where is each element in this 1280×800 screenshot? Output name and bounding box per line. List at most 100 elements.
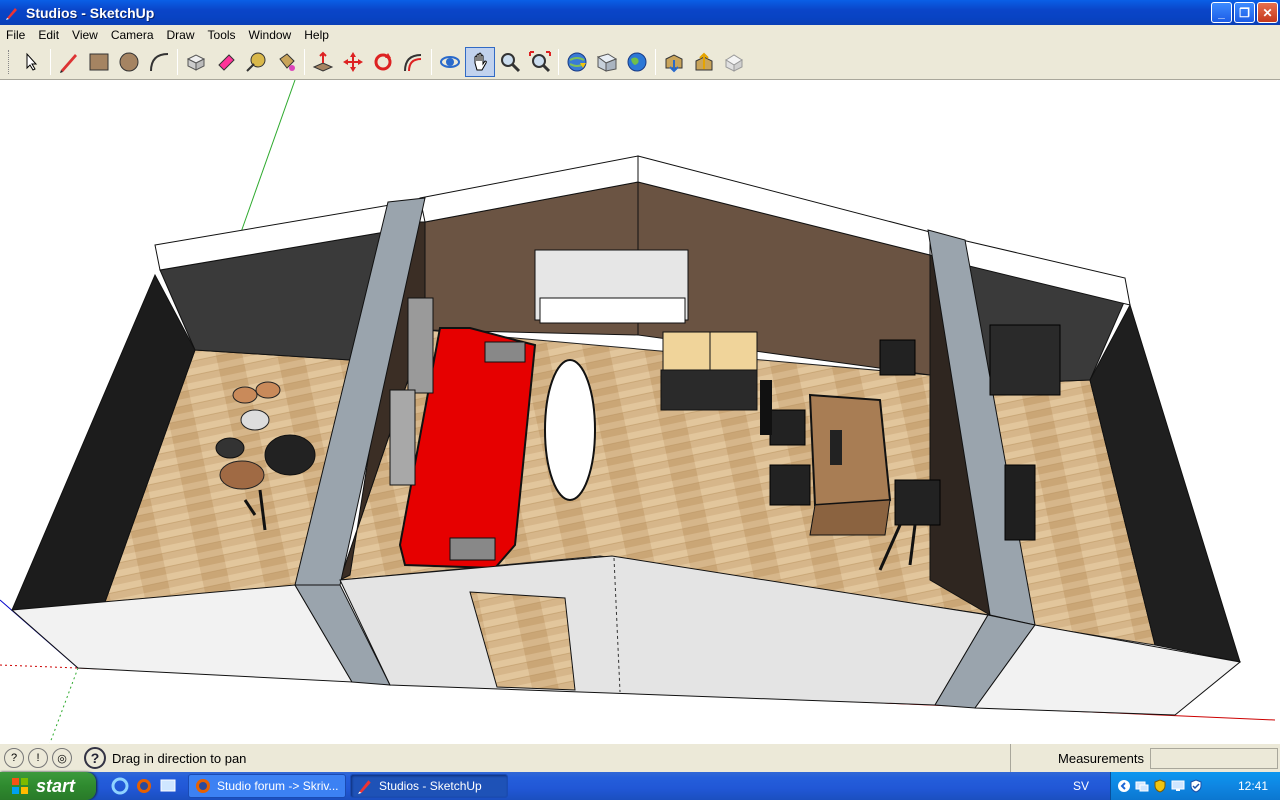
start-label: start: [36, 775, 76, 796]
make-component-tool[interactable]: [181, 47, 211, 77]
language-indicator[interactable]: SV: [1073, 772, 1089, 800]
hand-icon: [474, 52, 487, 71]
firefox-icon[interactable]: [134, 776, 154, 796]
tray-expand-icon[interactable]: [1117, 779, 1131, 793]
toolbar-separator: [50, 49, 51, 75]
google-earth-tool[interactable]: [622, 47, 652, 77]
toolbar-separator: [304, 49, 305, 75]
rotate-tool[interactable]: [368, 47, 398, 77]
menu-edit[interactable]: Edit: [32, 25, 66, 45]
pan-tool[interactable]: [465, 47, 495, 77]
geo-location-icon[interactable]: ?: [4, 748, 24, 768]
menu-help[interactable]: Help: [298, 25, 336, 45]
equipment-rack: [660, 331, 758, 411]
toolbar-separator: [177, 49, 178, 75]
zoom-extents-tool[interactable]: [525, 47, 555, 77]
pencil-icon: [60, 54, 77, 73]
menu-file[interactable]: File: [0, 25, 32, 45]
paint-bucket-tool[interactable]: [271, 47, 301, 77]
menu-tools[interactable]: Tools: [202, 25, 243, 45]
zoom-extents-icon: [529, 51, 551, 73]
task-sketchup[interactable]: Studios - SketchUp: [350, 774, 508, 798]
zoom-tool[interactable]: [495, 47, 525, 77]
firefox-icon: [196, 779, 210, 793]
earth-icon: [627, 52, 647, 72]
menu-view[interactable]: View: [66, 25, 105, 45]
get-models-tool[interactable]: [562, 47, 592, 77]
tape-measure-tool[interactable]: [241, 47, 271, 77]
share-model-tool[interactable]: [592, 47, 622, 77]
offset-icon: [404, 54, 422, 72]
menu-camera[interactable]: Camera: [105, 25, 161, 45]
warehouse-icon: [665, 54, 683, 73]
pencil-tool[interactable]: [54, 47, 84, 77]
clock[interactable]: 12:41: [1238, 779, 1268, 793]
magnifier-icon: [501, 53, 521, 73]
internet-explorer-icon[interactable]: [110, 776, 130, 796]
get-components-tool[interactable]: [659, 47, 689, 77]
network-icon[interactable]: [1135, 779, 1149, 793]
dynamic-icon: [725, 54, 743, 72]
eraser-tool[interactable]: [211, 47, 241, 77]
start-button[interactable]: start: [0, 772, 96, 800]
close-button[interactable]: ✕: [1257, 2, 1278, 23]
studio-desk: [808, 393, 892, 536]
menu-draw[interactable]: Draw: [161, 25, 202, 45]
measurements-input[interactable]: [1150, 748, 1278, 769]
status-hint: Drag in direction to pan: [112, 750, 247, 766]
tape-icon: [246, 52, 266, 72]
share-component-tool[interactable]: [689, 47, 719, 77]
quick-launch: [106, 776, 178, 796]
globe-icon: [567, 52, 587, 72]
arc-icon: [150, 53, 169, 72]
circle-tool[interactable]: [114, 47, 144, 77]
toolbar-separator: [655, 49, 656, 75]
component-icon: [186, 54, 206, 71]
task-label: Studios - SketchUp: [379, 779, 482, 793]
task-label: Studio forum -> Skriv...: [217, 779, 339, 793]
display-icon[interactable]: [1171, 779, 1185, 793]
green-axis-dotted: [49, 667, 79, 743]
orbit-tool[interactable]: [435, 47, 465, 77]
orbit-icon: [440, 56, 460, 68]
push-pull-tool[interactable]: [308, 47, 338, 77]
select-tool[interactable]: [17, 47, 47, 77]
red-axis-dotted: [0, 664, 79, 669]
toolbar-grip[interactable]: [8, 50, 11, 74]
move-tool[interactable]: [338, 47, 368, 77]
show-desktop-icon[interactable]: [158, 776, 178, 796]
circle-icon: [119, 52, 139, 72]
windows-taskbar: start Studio forum -> Skriv... Studios -…: [0, 772, 1280, 800]
measurements-label: Measurements: [1010, 744, 1148, 773]
rectangle-icon: [89, 53, 109, 71]
help-icon[interactable]: ?: [84, 747, 106, 769]
credits-icon[interactable]: !: [28, 748, 48, 768]
studio-model-drawing: [0, 80, 1276, 743]
antivirus-shield-icon[interactable]: [1189, 779, 1203, 793]
window-title: Studios - SketchUp: [26, 4, 155, 21]
model-viewport[interactable]: [0, 80, 1280, 743]
minimize-button[interactable]: _: [1211, 2, 1232, 23]
sketchup-app-icon: [4, 5, 20, 21]
title-bar: Studios - SketchUp _ ❐ ✕: [0, 0, 1280, 25]
window-sill: [539, 297, 686, 324]
windows-logo-icon: [12, 778, 28, 794]
security-shield-icon[interactable]: [1153, 779, 1167, 793]
arrow-icon: [26, 52, 38, 71]
arc-tool[interactable]: [144, 47, 174, 77]
rotate-icon: [374, 53, 392, 71]
share-component-icon: [695, 52, 713, 71]
share-icon: [596, 53, 618, 72]
status-bar: ? ! ◎ ? Drag in direction to pan Measure…: [0, 743, 1280, 773]
bucket-icon: [279, 53, 295, 71]
menu-window[interactable]: Window: [243, 25, 299, 45]
eraser-icon: [218, 54, 235, 71]
task-firefox[interactable]: Studio forum -> Skriv...: [188, 774, 346, 798]
move-icon: [343, 52, 363, 72]
restore-button[interactable]: ❐: [1234, 2, 1255, 23]
system-tray: SV 12:41: [1073, 772, 1280, 800]
offset-tool[interactable]: [398, 47, 428, 77]
user-icon[interactable]: ◎: [52, 748, 72, 768]
dynamic-components-tool[interactable]: [719, 47, 749, 77]
rectangle-tool[interactable]: [84, 47, 114, 77]
